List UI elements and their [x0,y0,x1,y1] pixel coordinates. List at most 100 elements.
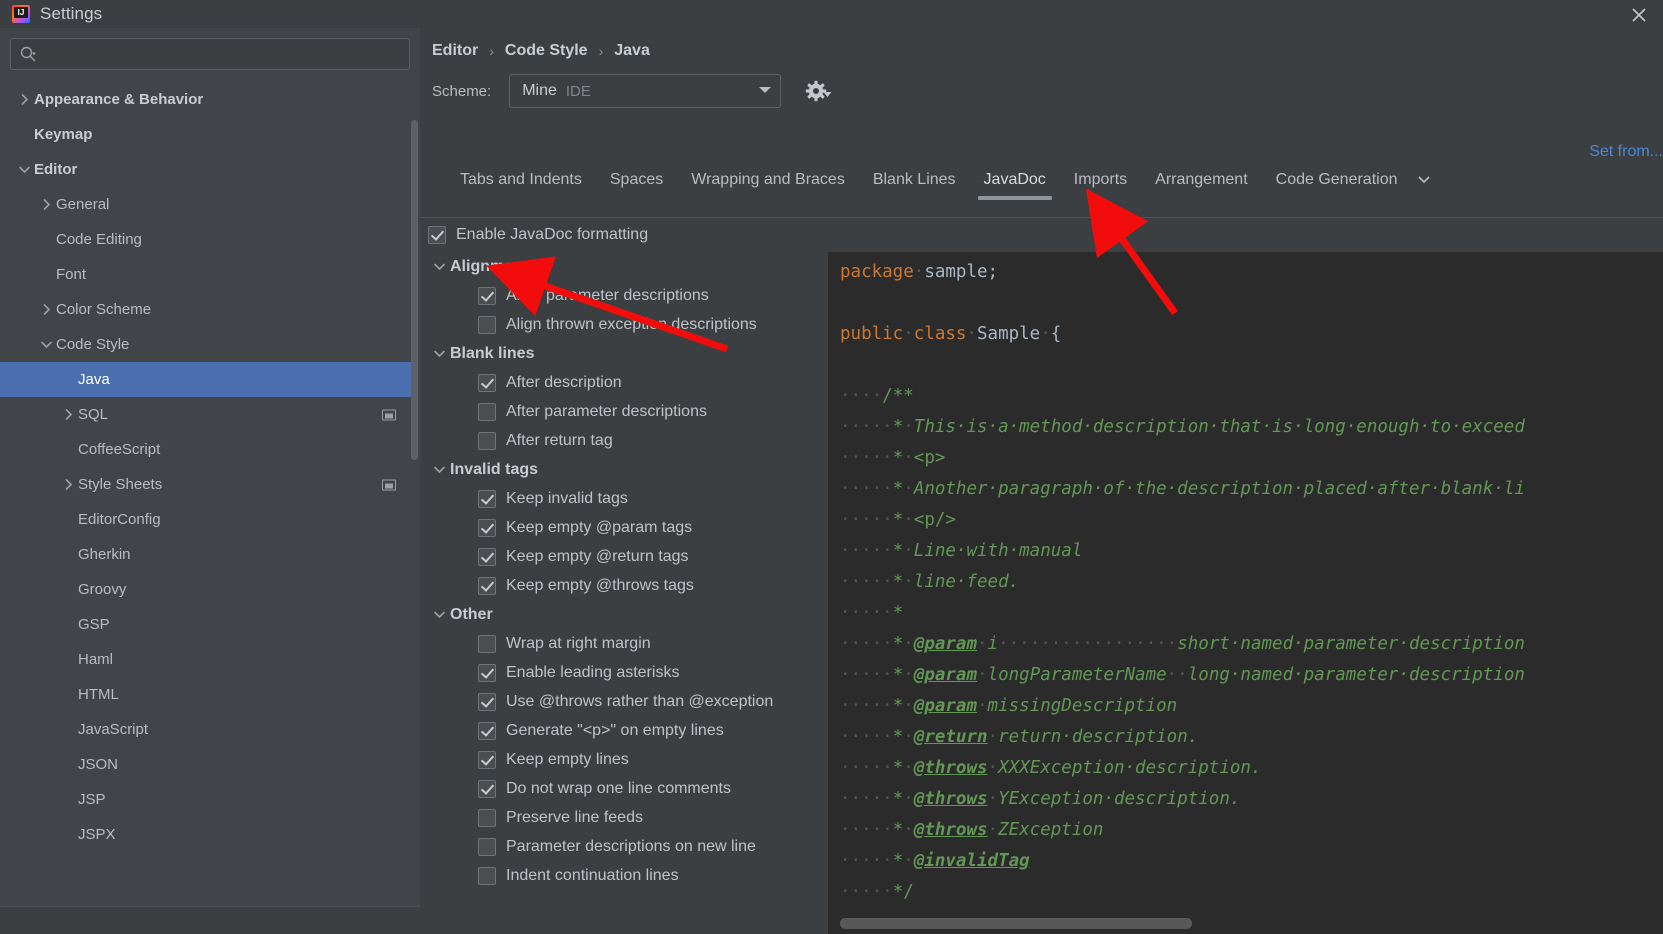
code-preview-pane: package·sample; public·class·Sample·{ ··… [828,252,1663,934]
option-row-align-thrown-exception-descriptions[interactable]: Align thrown exception descriptions [420,310,828,339]
option-row-wrap-at-right-margin[interactable]: Wrap at right margin [420,629,828,658]
tab-wrapping-and-braces[interactable]: Wrapping and Braces [677,171,859,200]
code-line: ····/** [840,386,914,406]
checkbox[interactable] [478,547,496,566]
checkbox[interactable] [478,837,496,856]
option-row-after-parameter-descriptions[interactable]: After parameter descriptions [420,397,828,426]
sidebar-item-haml[interactable]: Haml [0,642,414,677]
tab-javadoc[interactable]: JavaDoc [970,171,1060,200]
chevron-down-icon[interactable] [36,339,56,350]
search-input[interactable] [41,46,401,62]
breadcrumb-item-java[interactable]: Java [614,42,650,60]
sidebar-item-groovy[interactable]: Groovy [0,572,414,607]
option-row-do-not-wrap-one-line-comments[interactable]: Do not wrap one line comments [420,774,828,803]
sidebar-item-code-editing[interactable]: Code Editing [0,222,414,257]
chevron-right-icon[interactable] [58,409,78,420]
preview-horizontal-scrollbar[interactable] [840,918,1192,929]
option-group-blank-lines[interactable]: Blank lines [420,339,828,368]
option-row-after-return-tag[interactable]: After return tag [420,426,828,455]
sidebar-item-gherkin[interactable]: Gherkin [0,537,414,572]
option-label: Keep empty @throws tags [506,576,694,594]
chevron-down-icon[interactable] [428,464,450,475]
option-row-align-parameter-descriptions[interactable]: Align parameter descriptions [420,281,828,310]
sidebar-item-font[interactable]: Font [0,257,414,292]
checkbox[interactable] [478,721,496,740]
option-group-alignment[interactable]: Alignment [420,252,828,281]
option-row-indent-continuation-lines[interactable]: Indent continuation lines [420,861,828,890]
option-group-invalid-tags[interactable]: Invalid tags [420,455,828,484]
checkbox[interactable] [478,576,496,595]
sidebar-item-javascript[interactable]: JavaScript [0,712,414,747]
checkbox[interactable] [478,518,496,537]
sidebar-scrollbar[interactable] [411,120,418,460]
checkbox[interactable] [478,808,496,827]
close-icon[interactable] [1627,4,1651,26]
checkbox[interactable] [478,402,496,421]
checkbox[interactable] [478,663,496,682]
tab-tabs-and-indents[interactable]: Tabs and Indents [446,171,596,200]
option-row-keep-invalid-tags[interactable]: Keep invalid tags [420,484,828,513]
chevron-right-icon[interactable] [36,199,56,210]
tab-code-generation[interactable]: Code Generation [1262,171,1412,200]
tab-imports[interactable]: Imports [1060,171,1141,200]
sidebar-item-jsp[interactable]: JSP [0,782,414,817]
chevron-down-icon[interactable] [14,164,34,175]
option-row-use-throws-rather-than-exception[interactable]: Use @throws rather than @exception [420,687,828,716]
tab-blank-lines[interactable]: Blank Lines [859,171,970,200]
option-row-keep-empty-throws-tags[interactable]: Keep empty @throws tags [420,571,828,600]
chevron-right-icon[interactable] [36,304,56,315]
scheme-select[interactable]: Mine IDE [509,74,782,108]
breadcrumb-item-editor[interactable]: Editor [432,42,478,60]
enable-javadoc-formatting-checkbox[interactable] [428,226,446,244]
chevron-right-icon[interactable] [14,94,34,105]
sidebar-item-editor[interactable]: Editor [0,152,414,187]
sidebar-item-keymap[interactable]: Keymap [0,117,414,152]
code-line: ·····*·@return·return·description. [840,727,1199,747]
checkbox[interactable] [478,315,496,334]
sidebar-item-html[interactable]: HTML [0,677,414,712]
chevron-down-icon[interactable] [428,609,450,620]
sidebar-item-sql[interactable]: SQL [0,397,414,432]
scheme-settings-gear-button[interactable] [803,78,832,104]
checkbox[interactable] [478,779,496,798]
code-line: ·····*·@throws·YException·description. [840,789,1241,809]
checkbox[interactable] [478,866,496,885]
checkbox[interactable] [478,634,496,653]
tab-spaces[interactable]: Spaces [596,171,677,200]
enable-javadoc-formatting-row[interactable]: Enable JavaDoc formatting [420,220,1663,250]
sidebar-item-general[interactable]: General [0,187,414,222]
sidebar-item-style-sheets[interactable]: Style Sheets [0,467,414,502]
option-row-keep-empty-return-tags[interactable]: Keep empty @return tags [420,542,828,571]
checkbox[interactable] [478,489,496,508]
option-row-enable-leading-asterisks[interactable]: Enable leading asterisks [420,658,828,687]
sidebar-item-coffeescript[interactable]: CoffeeScript [0,432,414,467]
sidebar-item-appearance-behavior[interactable]: Appearance & Behavior [0,82,414,117]
sidebar-item-java[interactable]: Java [0,362,414,397]
chevron-right-icon[interactable] [58,479,78,490]
option-row-keep-empty-param-tags[interactable]: Keep empty @param tags [420,513,828,542]
sidebar-item-label: Font [56,266,87,283]
option-group-other[interactable]: Other [420,600,828,629]
sidebar-item-editorconfig[interactable]: EditorConfig [0,502,414,537]
sidebar-item-json[interactable]: JSON [0,747,414,782]
tab-arrangement[interactable]: Arrangement [1141,171,1262,200]
option-row-keep-empty-lines[interactable]: Keep empty lines [420,745,828,774]
chevron-down-icon[interactable] [428,348,450,359]
tabs-overflow-chevron-down-icon[interactable] [1412,171,1436,200]
breadcrumb-item-code-style[interactable]: Code Style [505,42,588,60]
option-row-generate-p-on-empty-lines[interactable]: Generate "<p>" on empty lines [420,716,828,745]
option-row-after-description[interactable]: After description [420,368,828,397]
checkbox[interactable] [478,373,496,392]
sidebar-item-code-style[interactable]: Code Style [0,327,414,362]
checkbox[interactable] [478,431,496,450]
option-row-preserve-line-feeds[interactable]: Preserve line feeds [420,803,828,832]
option-row-parameter-descriptions-on-new-line[interactable]: Parameter descriptions on new line [420,832,828,861]
chevron-down-icon[interactable] [428,261,450,272]
checkbox[interactable] [478,692,496,711]
sidebar-item-color-scheme[interactable]: Color Scheme [0,292,414,327]
sidebar-item-gsp[interactable]: GSP [0,607,414,642]
checkbox[interactable] [478,286,496,305]
checkbox[interactable] [478,750,496,769]
search-box[interactable] [10,38,410,70]
sidebar-item-jspx[interactable]: JSPX [0,817,414,852]
